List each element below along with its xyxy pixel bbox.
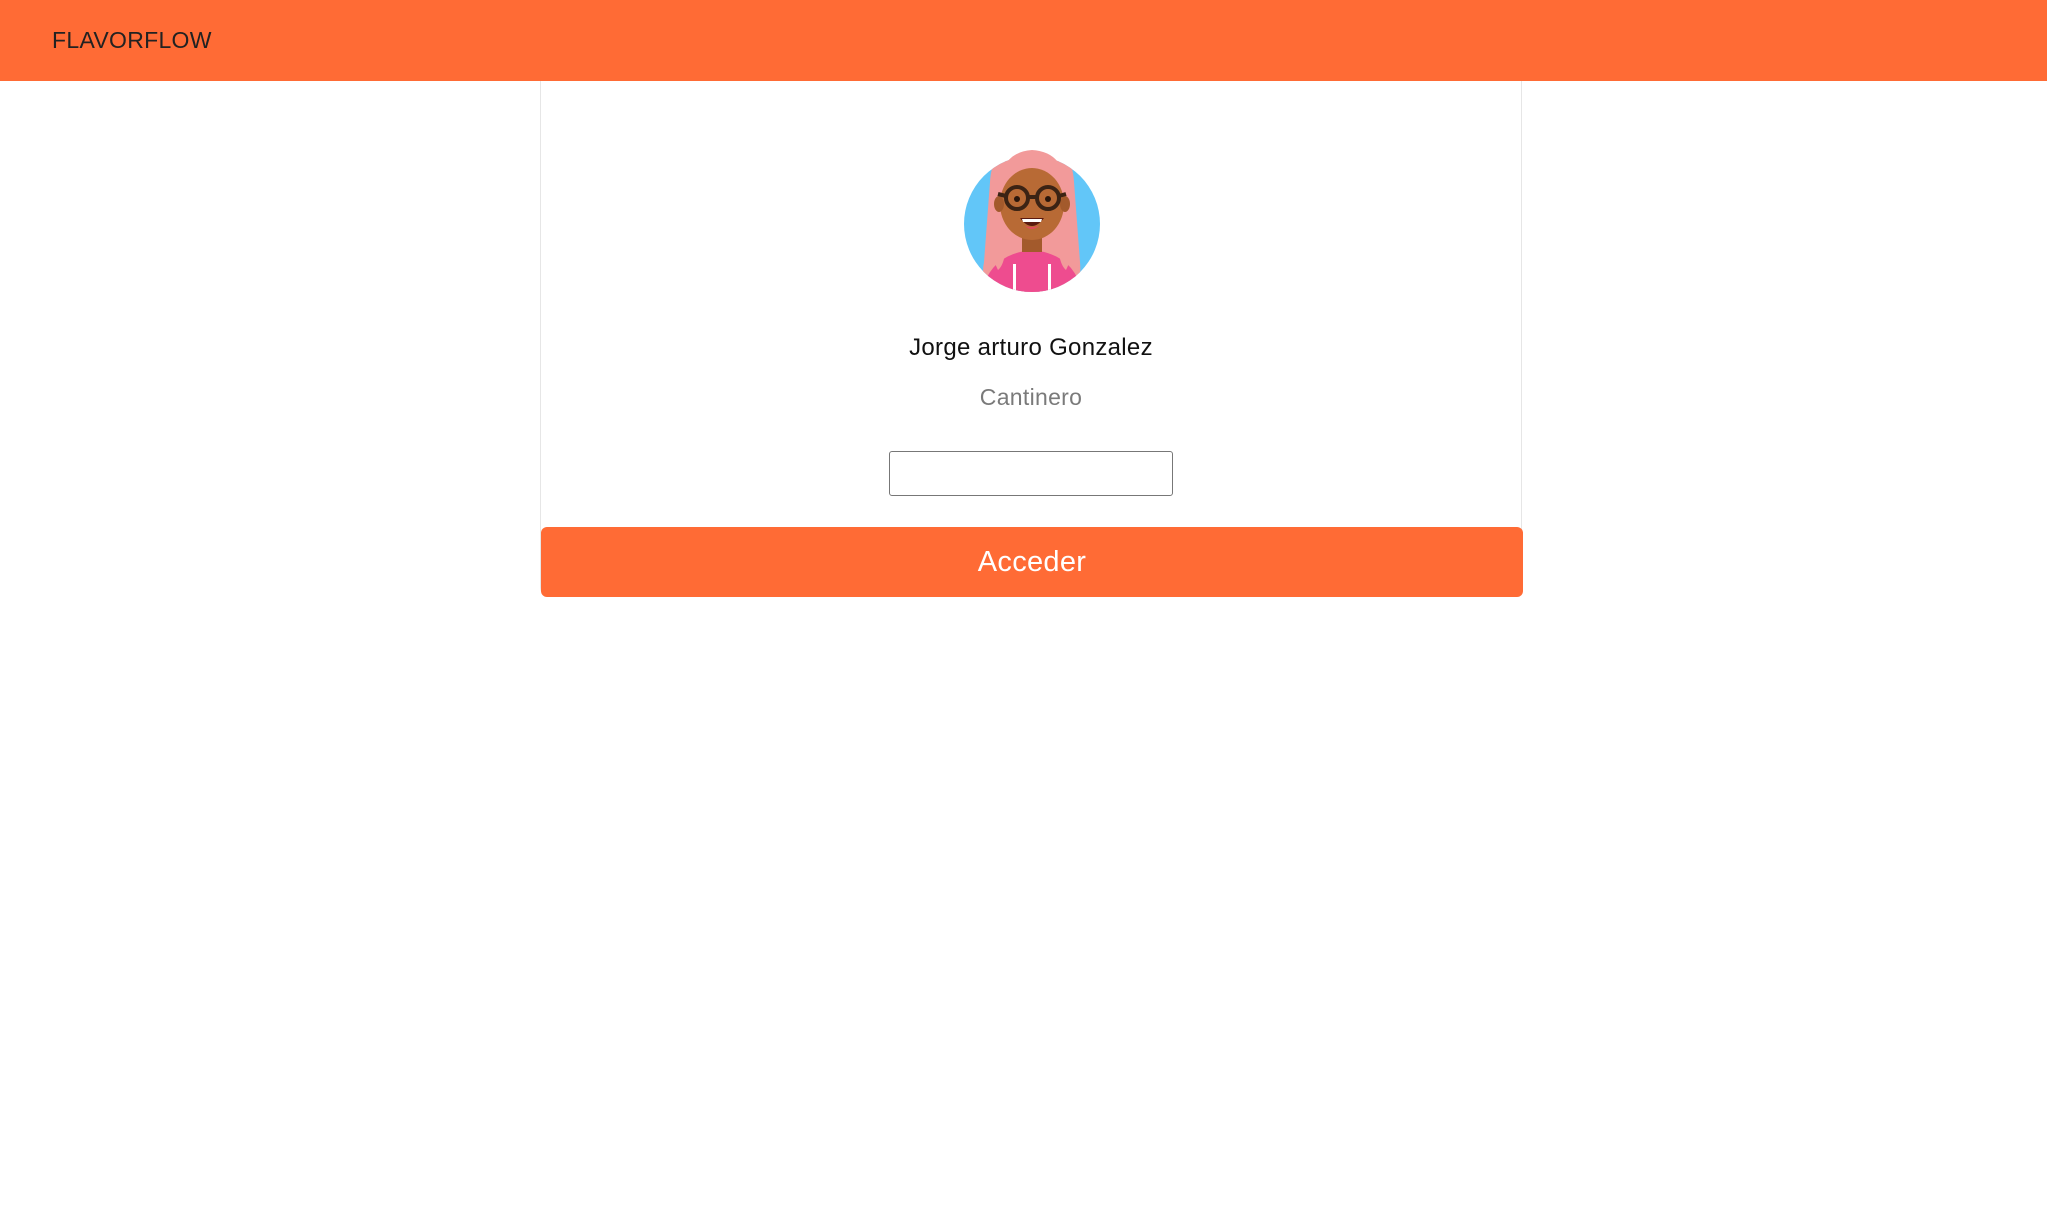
user-avatar-icon [964, 150, 1100, 292]
avatar [962, 142, 1102, 292]
user-role: Cantinero [979, 384, 1083, 410]
password-input[interactable] [889, 451, 1173, 496]
login-card: Jorge arturo Gonzalez Cantinero Acceder [540, 81, 1523, 597]
top-navbar: FLAVORFLOW [0, 0, 2047, 81]
user-name: Jorge arturo Gonzalez [909, 334, 1153, 361]
access-button[interactable]: Acceder [541, 527, 1523, 597]
brand-logo-text[interactable]: FLAVORFLOW [52, 26, 212, 54]
